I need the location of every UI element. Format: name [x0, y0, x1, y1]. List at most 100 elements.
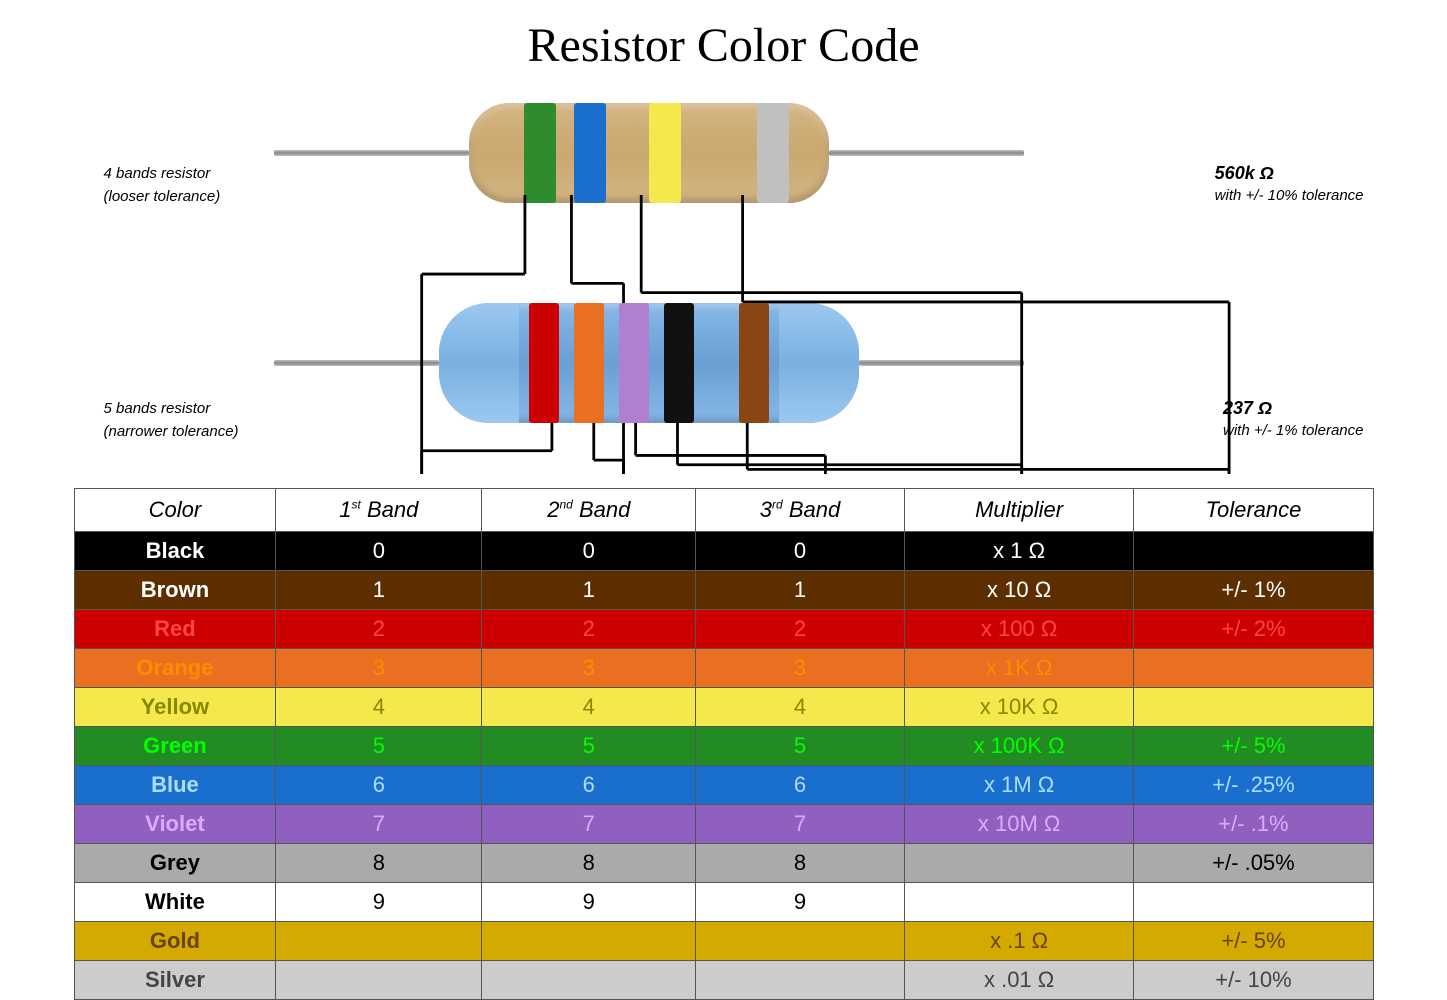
- table-row: Gold x .1 Ω+/- 5%: [74, 922, 1373, 961]
- cell-3-2: 3: [482, 649, 696, 688]
- cell-9-5: [1134, 883, 1373, 922]
- band-5-3: [619, 303, 649, 423]
- col-header-tolerance: Tolerance: [1134, 489, 1373, 532]
- cell-8-3: 8: [696, 844, 905, 883]
- cell-4-0: Yellow: [74, 688, 276, 727]
- cell-11-0: Silver: [74, 961, 276, 1000]
- band-4-2: [574, 103, 606, 203]
- cell-6-3: 6: [696, 766, 905, 805]
- cell-9-3: 9: [696, 883, 905, 922]
- label-560k: 560k Ω with +/- 10% tolerance: [1215, 163, 1364, 205]
- cell-1-5: +/- 1%: [1134, 571, 1373, 610]
- cell-0-1: 0: [276, 532, 482, 571]
- cell-0-2: 0: [482, 532, 696, 571]
- cell-10-4: x .1 Ω: [904, 922, 1134, 961]
- cell-5-2: 5: [482, 727, 696, 766]
- page-title: Resistor Color Code: [528, 18, 920, 73]
- cell-8-1: 8: [276, 844, 482, 883]
- cell-10-1: [276, 922, 482, 961]
- cell-0-3: 0: [696, 532, 905, 571]
- cell-0-0: Black: [74, 532, 276, 571]
- band-5-tol: [739, 303, 769, 423]
- cell-6-1: 6: [276, 766, 482, 805]
- cell-11-2: [482, 961, 696, 1000]
- cell-2-3: 2: [696, 610, 905, 649]
- cell-4-3: 4: [696, 688, 905, 727]
- cell-4-1: 4: [276, 688, 482, 727]
- cell-2-4: x 100 Ω: [904, 610, 1134, 649]
- cell-7-4: x 10M Ω: [904, 805, 1134, 844]
- table-row: Grey888+/- .05%: [74, 844, 1373, 883]
- cell-11-3: [696, 961, 905, 1000]
- color-code-table-wrapper: Color 1st Band 2nd Band 3rd Band Multipl…: [74, 488, 1374, 1000]
- cell-10-0: Gold: [74, 922, 276, 961]
- cell-1-4: x 10 Ω: [904, 571, 1134, 610]
- cell-3-0: Orange: [74, 649, 276, 688]
- label-237: 237 Ω with +/- 1% tolerance: [1223, 398, 1364, 440]
- cell-9-4: [904, 883, 1134, 922]
- cell-7-1: 7: [276, 805, 482, 844]
- label-4band: 4 bands resistor(looser tolerance): [104, 163, 221, 208]
- table-row: Brown111x 10 Ω+/- 1%: [74, 571, 1373, 610]
- cell-5-1: 5: [276, 727, 482, 766]
- band-4-1: [524, 103, 556, 203]
- cell-3-3: 3: [696, 649, 905, 688]
- resistor-body-5band: [439, 303, 859, 423]
- band-5-2: [574, 303, 604, 423]
- resistor-5band: [274, 298, 1024, 428]
- cell-2-0: Red: [74, 610, 276, 649]
- cell-11-1: [276, 961, 482, 1000]
- table-row: Green555x 100K Ω+/- 5%: [74, 727, 1373, 766]
- cell-8-2: 8: [482, 844, 696, 883]
- cell-1-2: 1: [482, 571, 696, 610]
- cell-4-4: x 10K Ω: [904, 688, 1134, 727]
- table-row: Yellow444x 10K Ω: [74, 688, 1373, 727]
- cell-0-4: x 1 Ω: [904, 532, 1134, 571]
- table-row: Orange333x 1K Ω: [74, 649, 1373, 688]
- cell-2-5: +/- 2%: [1134, 610, 1373, 649]
- cell-4-5: [1134, 688, 1373, 727]
- cell-11-4: x .01 Ω: [904, 961, 1134, 1000]
- cell-4-2: 4: [482, 688, 696, 727]
- cell-3-1: 3: [276, 649, 482, 688]
- cell-5-0: Green: [74, 727, 276, 766]
- cell-5-5: +/- 5%: [1134, 727, 1373, 766]
- table-row: Violet777x 10M Ω+/- .1%: [74, 805, 1373, 844]
- col-header-band3: 3rd Band: [696, 489, 905, 532]
- cell-9-1: 9: [276, 883, 482, 922]
- table-row: Black000x 1 Ω: [74, 532, 1373, 571]
- col-header-multiplier: Multiplier: [904, 489, 1134, 532]
- cell-10-5: +/- 5%: [1134, 922, 1373, 961]
- cell-1-1: 1: [276, 571, 482, 610]
- table-header-row: Color 1st Band 2nd Band 3rd Band Multipl…: [74, 489, 1373, 532]
- col-header-color: Color: [74, 489, 276, 532]
- cell-7-0: Violet: [74, 805, 276, 844]
- cell-8-5: +/- .05%: [1134, 844, 1373, 883]
- cell-11-5: +/- 10%: [1134, 961, 1373, 1000]
- cell-9-2: 9: [482, 883, 696, 922]
- cell-7-5: +/- .1%: [1134, 805, 1373, 844]
- cell-6-5: +/- .25%: [1134, 766, 1373, 805]
- cell-2-2: 2: [482, 610, 696, 649]
- resistor-4band: [274, 98, 1024, 208]
- cell-3-5: [1134, 649, 1373, 688]
- band-5-1: [529, 303, 559, 423]
- band-4-tol: [757, 103, 789, 203]
- cell-6-0: Blue: [74, 766, 276, 805]
- cell-5-3: 5: [696, 727, 905, 766]
- col-header-band1: 1st Band: [276, 489, 482, 532]
- cell-6-2: 6: [482, 766, 696, 805]
- page: Resistor Color Code: [0, 0, 1447, 1000]
- cell-7-2: 7: [482, 805, 696, 844]
- cell-1-0: Brown: [74, 571, 276, 610]
- label-5band: 5 bands resistor(narrower tolerance): [104, 398, 239, 443]
- cell-0-5: [1134, 532, 1373, 571]
- cell-6-4: x 1M Ω: [904, 766, 1134, 805]
- cell-7-3: 7: [696, 805, 905, 844]
- table-row: White999: [74, 883, 1373, 922]
- table-row: Silver x .01 Ω+/- 10%: [74, 961, 1373, 1000]
- band-5-4: [664, 303, 694, 423]
- cell-3-4: x 1K Ω: [904, 649, 1134, 688]
- cell-8-4: [904, 844, 1134, 883]
- col-header-band2: 2nd Band: [482, 489, 696, 532]
